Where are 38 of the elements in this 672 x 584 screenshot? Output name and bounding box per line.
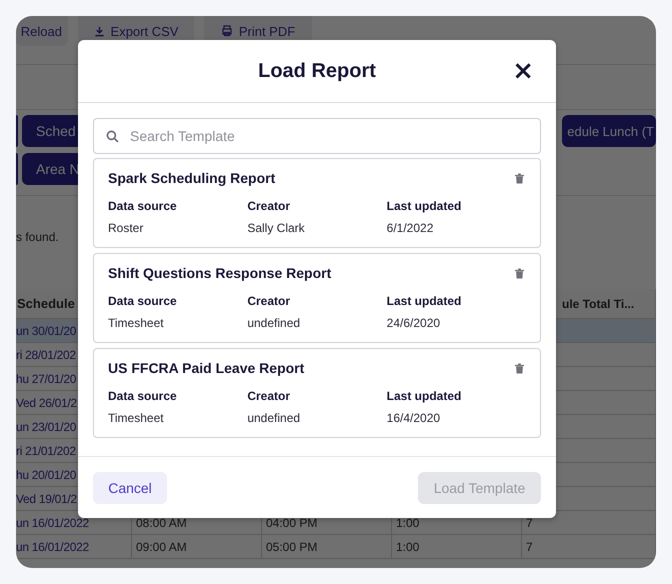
field-label: Creator (247, 389, 292, 403)
delete-icon[interactable] (515, 172, 524, 184)
close-button[interactable]: × (512, 58, 534, 84)
template-card[interactable]: Spark Scheduling Report Data source Roster Creator Sally Clark Last updated 6/1/2022 (93, 158, 541, 248)
template-name: Shift Questions Response Report (108, 265, 332, 281)
field-label: Data source (108, 199, 178, 213)
search-field[interactable]: Search Template (93, 118, 541, 154)
filter-chip[interactable]: edule Lunch (T (562, 115, 656, 147)
printer-icon (220, 25, 233, 37)
field-label: Creator (247, 294, 292, 308)
table-cell: 05:00 PM (262, 535, 392, 559)
download-icon (94, 26, 105, 36)
field-value: undefined (247, 411, 302, 425)
table-cell: un 16/01/2022 (16, 535, 132, 559)
search-icon (106, 130, 119, 143)
result-count-text: s found. (16, 230, 60, 245)
field-label: Last updated (386, 199, 462, 213)
field-value: Sally Clark (247, 221, 306, 235)
template-card[interactable]: US FFCRA Paid Leave Report Data source Timesheet Creator undefined Last updated 16/4/2020 (93, 348, 541, 438)
field-label: Creator (247, 199, 292, 213)
field-value: 24/6/2020 (386, 316, 442, 330)
field-label: Last updated (386, 389, 462, 403)
field-value: undefined (247, 316, 302, 330)
table-cell: 7 (522, 535, 656, 559)
dialog-button[interactable]: Cancel (93, 472, 167, 504)
template-card[interactable]: Shift Questions Response Report Data source Timesheet Creator undefined Last updated 24/6/2020 (93, 253, 541, 343)
field-value: Roster (108, 221, 144, 235)
delete-icon[interactable] (515, 268, 524, 278)
toolbar-button[interactable]: Reload (16, 16, 68, 46)
field-value: 6/1/2022 (386, 221, 434, 235)
field-value: 16/4/2020 (386, 411, 442, 425)
template-name: Spark Scheduling Report (108, 170, 276, 186)
field-label: Last updated (386, 294, 462, 308)
table-cell: 1:00 (392, 535, 522, 559)
table-cell: 09:00 AM (132, 535, 262, 559)
modal-title: Load Report (258, 60, 376, 82)
delete-icon[interactable] (515, 362, 524, 374)
table-row[interactable]: un 16/01/2022 09:00 AM 05:00 PM 1:00 7 (16, 535, 656, 559)
